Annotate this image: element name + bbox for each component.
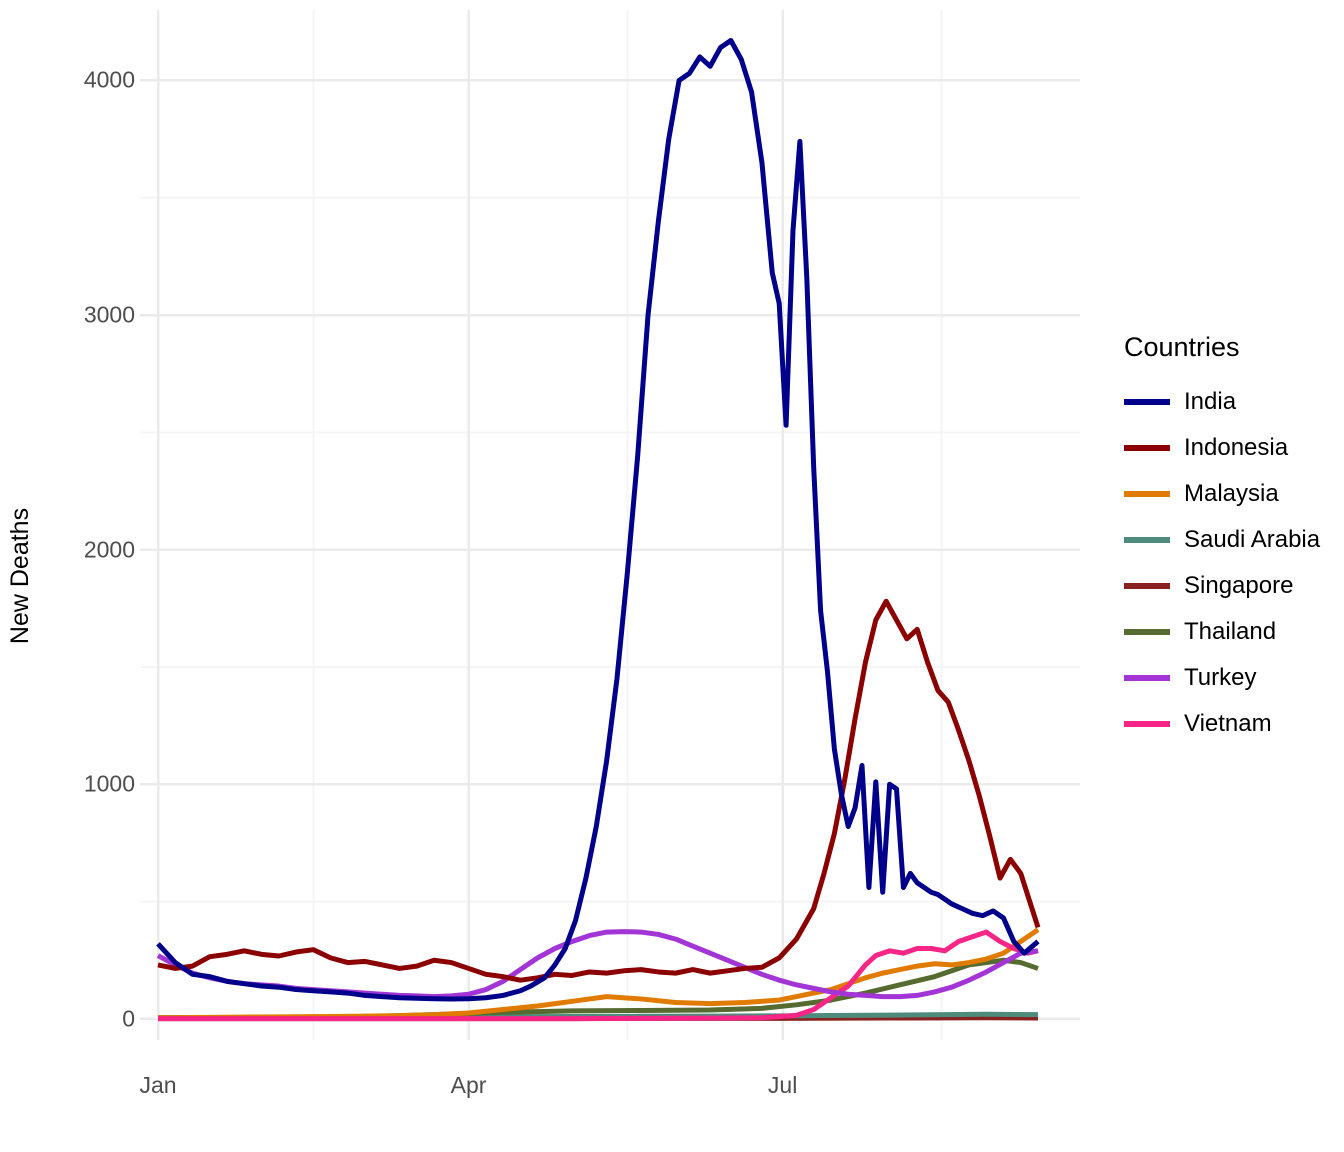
legend-color-swatch-icon [1124, 537, 1170, 543]
legend-color-swatch-icon [1124, 629, 1170, 635]
plot-panel [140, 10, 1080, 1040]
legend-color-swatch-icon [1124, 583, 1170, 589]
legend-items: India Indonesia Malaysia Saudi Arabia Singap… [1120, 379, 1340, 747]
major-gridlines [140, 10, 1080, 1040]
legend-color-swatch-icon [1124, 721, 1170, 727]
legend-item-label: Singapore [1184, 572, 1294, 599]
minor-gridlines [140, 10, 1080, 1040]
series-line-india [156, 38, 1040, 1002]
legend-color-swatch-icon [1124, 491, 1170, 497]
x-axis-tick-Jan: Jan [139, 1072, 177, 1098]
y-axis-tick-1000: 1000 [83, 770, 135, 797]
x-axis-tick-labels: Jan Apr Jul [0, 1072, 1344, 1112]
series-line-vietnam [158, 929, 1039, 1022]
y-axis-tick-0: 0 [122, 1005, 135, 1032]
y-axis-tick-4000: 4000 [83, 66, 135, 93]
x-axis-tick-Apr: Apr [450, 1072, 487, 1098]
plot-svg [140, 10, 1080, 1040]
series-line-indonesia [157, 598, 1041, 983]
legend-item-turkey[interactable]: Turkey [1120, 655, 1340, 701]
legend: Countries India Indonesia Malaysia Saudi Ar… [1120, 332, 1340, 747]
x-axis-tick-Jul: Jul [767, 1072, 798, 1098]
legend-color-swatch-icon [1124, 675, 1170, 681]
y-axis-tick-2000: 2000 [83, 536, 135, 563]
legend-title: Countries [1124, 332, 1240, 362]
legend-item-malaysia[interactable]: Malaysia [1120, 471, 1340, 517]
legend-item-saudi-arabia[interactable]: Saudi Arabia [1120, 517, 1340, 563]
series-lines [156, 38, 1041, 1022]
legend-item-indonesia[interactable]: Indonesia [1120, 425, 1340, 471]
legend-item-singapore[interactable]: Singapore [1120, 563, 1340, 609]
legend-item-label: Indonesia [1184, 434, 1289, 461]
legend-item-india[interactable]: India [1120, 379, 1340, 425]
legend-item-label: Thailand [1184, 618, 1277, 645]
legend-color-swatch-icon [1124, 399, 1170, 405]
y-axis-tick-3000: 3000 [83, 301, 135, 328]
legend-item-label: India [1184, 388, 1237, 415]
legend-item-thailand[interactable]: Thailand [1120, 609, 1340, 655]
chart-figure: New Deaths 0 1000 2000 3000 4000 Jan Apr Jul C… [0, 0, 1344, 1152]
legend-item-label: Malaysia [1184, 480, 1279, 507]
y-axis-tick-labels: 0 1000 2000 3000 4000 [25, 0, 135, 1152]
legend-item-vietnam[interactable]: Vietnam [1120, 701, 1340, 747]
legend-item-label: Turkey [1184, 664, 1257, 691]
legend-color-swatch-icon [1124, 445, 1170, 451]
legend-item-label: Vietnam [1184, 710, 1272, 737]
legend-item-label: Saudi Arabia [1184, 526, 1321, 553]
